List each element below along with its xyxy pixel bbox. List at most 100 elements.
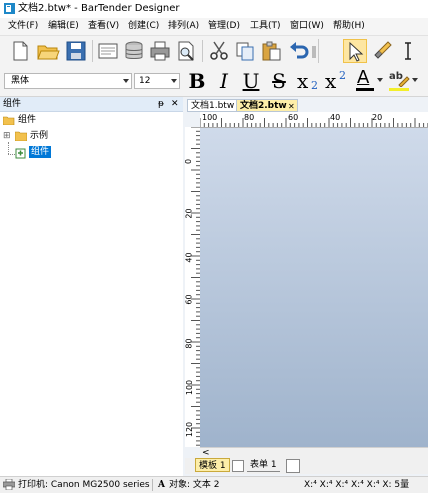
menu-tools[interactable]: 工具(T) (250, 20, 281, 32)
menu-bar: 文件(F) 编辑(E) 查看(V) 创建(C) 排列(A) 管理(D) 工具(T… (0, 18, 428, 36)
print-button[interactable] (148, 39, 172, 63)
database-icon (125, 41, 143, 59)
undo-button[interactable] (287, 39, 311, 63)
toolbar-separator (202, 40, 203, 62)
copy-button[interactable] (233, 39, 257, 63)
menu-manage[interactable]: 管理(D) (208, 20, 240, 32)
superscript-x: x (325, 69, 337, 93)
horizontal-ruler: 100 80 60 40 20 (200, 112, 428, 128)
doc-tab-1[interactable]: 文档1.btw (187, 99, 239, 112)
sheet-tab-icon (232, 460, 244, 472)
ruler-label: 20 (184, 208, 194, 219)
status-object: 对象: 文本 2 (169, 480, 220, 490)
ruler-label: 60 (184, 294, 194, 305)
bartender-app-icon (4, 3, 15, 14)
new-document-icon (13, 41, 28, 61)
vertical-ruler: 0 20 40 60 80 100 120 (184, 127, 201, 447)
expand-icon[interactable]: ⊞ (3, 130, 11, 142)
menu-help[interactable]: 帮助(H) (333, 20, 365, 32)
select-tool-button[interactable] (343, 39, 367, 63)
printer-icon (150, 41, 170, 61)
superscript-two: 2 (339, 69, 346, 82)
ruler-ticks (200, 118, 428, 127)
sheet-tab-form[interactable]: 表单 1 (247, 458, 280, 472)
undo-icon (290, 42, 309, 59)
ruler-label: 80 (184, 338, 194, 349)
open-button[interactable] (36, 39, 60, 63)
strikethrough-button[interactable]: S (268, 68, 290, 94)
underline-button[interactable]: U (240, 68, 262, 94)
page-setup-button[interactable] (96, 39, 120, 63)
database-button[interactable] (122, 39, 146, 63)
cut-button[interactable] (207, 39, 231, 63)
font-color-button[interactable]: A (353, 68, 383, 93)
toolbar-separator (92, 40, 93, 62)
status-printer: 打印机: Canon MG2500 series (18, 480, 150, 490)
font-name-combo[interactable]: 黑体 (4, 73, 132, 89)
highlight-button[interactable]: ab (386, 69, 422, 93)
close-icon[interactable]: ✕ (171, 98, 179, 110)
chevron-down-icon (171, 79, 177, 83)
components-tree: 组件 ⊞ 示例 组件 (0, 112, 183, 476)
scissors-icon (210, 41, 228, 60)
printer-icon (3, 479, 15, 490)
menu-window[interactable]: 窗口(W) (290, 20, 324, 32)
chevron-down-icon (412, 78, 418, 82)
font-size-combo[interactable]: 12 (134, 73, 180, 89)
menu-view[interactable]: 查看(V) (88, 20, 119, 32)
pin-icon[interactable]: ᵽ (158, 98, 164, 110)
sheet-tab-template[interactable]: 模板 1 (195, 458, 230, 472)
ruler-label: 40 (184, 252, 194, 263)
ruler-label: 100 (185, 379, 195, 396)
design-canvas[interactable] (200, 128, 428, 447)
save-button[interactable] (64, 39, 88, 63)
sheet-tabs-bar: 模板 1 表单 1 (185, 458, 428, 474)
italic-button[interactable]: I (213, 68, 235, 94)
doc-tab-2-active[interactable]: 文档2.btw ✕ (236, 99, 298, 112)
print-preview-icon (178, 41, 194, 61)
folder-icon (15, 131, 27, 141)
ruler-label: 80 (244, 113, 255, 122)
ruler-label: 40 (330, 113, 341, 122)
components-panel-header: 组件 ᵽ ✕ (0, 97, 183, 112)
panel-title: 组件 (3, 99, 22, 109)
new-document-button[interactable] (8, 39, 32, 63)
text-cursor-icon (405, 42, 411, 60)
font-toolbar: 黑体 12 B I U S x 2 x 2 A ab (0, 66, 428, 97)
text-tool-button[interactable] (396, 39, 420, 63)
superscript-button[interactable]: x 2 (325, 68, 353, 94)
toolbar-separator (318, 39, 319, 63)
format-painter-button[interactable] (370, 39, 394, 63)
menu-edit[interactable]: 编辑(E) (48, 20, 79, 32)
scroll-left-icon[interactable]: < (202, 448, 210, 458)
subscript-button[interactable]: x 2 (295, 68, 325, 94)
menu-arrange[interactable]: 排列(A) (168, 20, 199, 32)
ruler-label: 120 (185, 421, 195, 438)
tree-connector (8, 154, 15, 156)
page-setup-icon (98, 43, 118, 59)
paste-icon (262, 41, 281, 61)
menu-file[interactable]: 文件(F) (8, 20, 38, 32)
undo-dropdown[interactable] (312, 46, 316, 58)
component-icon (15, 148, 26, 159)
print-preview-button[interactable] (174, 39, 198, 63)
ruler-label: 60 (288, 113, 299, 122)
bold-button[interactable]: B (186, 68, 208, 94)
title-bar: 文档2.btw* - BarTender Designer (0, 0, 428, 18)
font-size-value: 12 (139, 76, 151, 86)
menu-create[interactable]: 创建(C) (128, 20, 159, 32)
add-sheet-icon[interactable] (286, 459, 300, 473)
window-title: 文档2.btw* - BarTender Designer (18, 3, 180, 14)
paintbrush-icon (374, 41, 392, 59)
pointer-arrow-icon (349, 41, 364, 62)
save-icon (66, 41, 86, 61)
ruler-label: 0 (184, 158, 194, 165)
tree-connector (8, 142, 10, 154)
text-object-icon: A (158, 480, 165, 490)
ruler-label: 20 (372, 113, 383, 122)
folder-open-icon (37, 45, 60, 60)
paste-button[interactable] (259, 39, 283, 63)
highlighter-icon (398, 76, 410, 87)
folder-open-icon (3, 116, 15, 125)
doc-tab-label: 文档2.btw (240, 101, 287, 111)
